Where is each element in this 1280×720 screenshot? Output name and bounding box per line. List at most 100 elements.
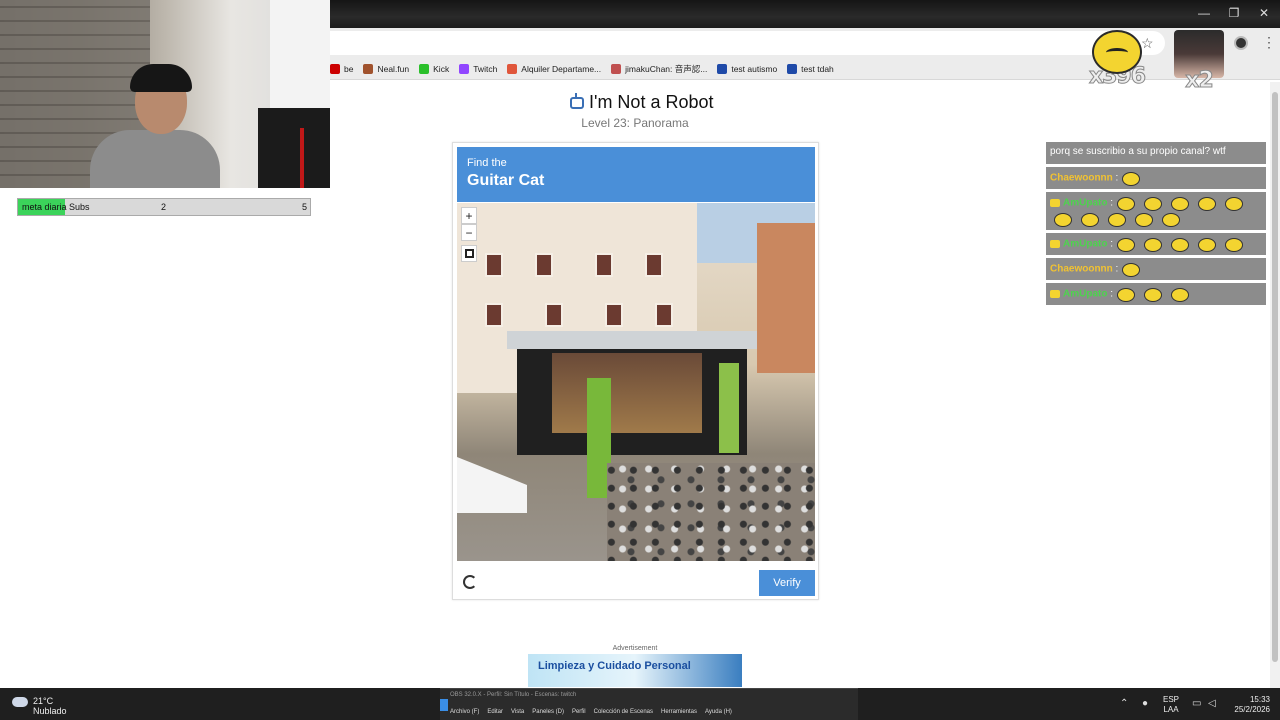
- bookmark-item[interactable]: test tdah: [787, 63, 834, 74]
- pt-icon: [717, 63, 728, 74]
- bee-emote-icon: [1171, 238, 1190, 252]
- bookmark-label: test autismo: [731, 63, 778, 74]
- chat-separator: :: [1107, 288, 1114, 300]
- avatar-counter-badge: x2: [1172, 30, 1226, 94]
- fullscreen-icon[interactable]: [461, 245, 477, 262]
- page-scrollbar[interactable]: [1270, 82, 1280, 688]
- verify-button[interactable]: Verify: [759, 570, 815, 596]
- obs-menu-item[interactable]: Vista: [511, 709, 524, 715]
- building-window: [605, 303, 623, 327]
- cloud-icon[interactable]: [12, 697, 28, 707]
- chat-username[interactable]: AmUpato: [1063, 198, 1107, 209]
- obs-menu-item[interactable]: Ayuda (H): [705, 709, 732, 715]
- bookmark-label: be: [344, 63, 354, 74]
- bee-emote-icon: [1171, 288, 1190, 302]
- microphone-icon[interactable]: ●: [1142, 699, 1152, 709]
- chat-separator: :: [1107, 197, 1114, 209]
- obs-menu-item[interactable]: Archivo (F): [450, 709, 479, 715]
- zoom-out-button[interactable]: −: [461, 224, 477, 241]
- twitch-icon: [459, 63, 470, 74]
- obs-window[interactable]: OBS 32.0.X - Perfil: Sin Título - Escena…: [440, 688, 858, 720]
- profile-avatar[interactable]: [1234, 36, 1248, 50]
- building-window: [545, 303, 563, 327]
- layout-code: LAA: [1163, 705, 1179, 714]
- chat-username[interactable]: Chaewoonnn: [1050, 173, 1113, 184]
- bee-emote-icon: [1198, 197, 1217, 211]
- building-window: [485, 253, 503, 277]
- menu-icon[interactable]: ⋮: [1262, 34, 1276, 51]
- obs-menu-item[interactable]: Colección de Escenas: [594, 709, 653, 715]
- avatar-count: x2: [1185, 68, 1215, 94]
- bee-emote-icon: [1054, 213, 1072, 227]
- robot-icon: [570, 92, 584, 109]
- bookmark-item[interactable]: Twitch: [459, 63, 498, 74]
- bookmark-label: Twitch: [473, 63, 498, 74]
- obs-menu-item[interactable]: Herramientas: [661, 709, 697, 715]
- chat-username[interactable]: Chaewoonnn: [1050, 264, 1113, 275]
- pt-icon: [787, 63, 798, 74]
- bookmark-label: test tdah: [801, 63, 834, 74]
- bookmark-icon: [330, 63, 340, 74]
- bee-emote-icon: [1117, 197, 1136, 211]
- language-code: ESP: [1163, 695, 1180, 704]
- building-window: [485, 303, 503, 327]
- clock[interactable]: 15:33 25/2/2026: [1222, 695, 1270, 715]
- bee-emote-icon: [1144, 197, 1163, 211]
- bookmark-item[interactable]: Alquiler Departame...: [507, 63, 602, 74]
- sub-goal-target: 5: [302, 202, 308, 212]
- zoom-in-button[interactable]: +: [461, 207, 477, 224]
- refresh-icon[interactable]: [463, 575, 477, 589]
- bee-counter-badge: x396: [1088, 30, 1147, 90]
- chat-username[interactable]: AmUpato: [1063, 239, 1107, 250]
- bee-emote-icon: [1225, 238, 1244, 252]
- obs-icon: [440, 699, 448, 711]
- jimaku-icon: [611, 63, 622, 74]
- streamer-body: [90, 130, 220, 188]
- taskbar: 21°C Nublado OBS 32.0.X - Perfil: Sin Tí…: [0, 688, 1280, 720]
- obs-menu-item[interactable]: Editar: [487, 709, 503, 715]
- building-right: [757, 223, 815, 373]
- bee-emote-icon: [1122, 172, 1141, 186]
- restore-icon[interactable]: ❐: [1224, 6, 1244, 22]
- captcha-widget: Find the Guitar Cat + − Verify: [452, 142, 819, 600]
- tray-chevron-icon[interactable]: ⌃: [1120, 698, 1128, 709]
- find-target: Guitar Cat: [467, 172, 545, 189]
- volume-icon[interactable]: ◁: [1208, 699, 1218, 709]
- bookmark-item[interactable]: Neal.fun: [363, 63, 409, 74]
- chat-message: AmUpato :: [1046, 192, 1266, 230]
- building-window: [535, 253, 553, 277]
- bee-emote-icon: [1081, 213, 1099, 227]
- bookmark-item[interactable]: Kick: [419, 63, 449, 74]
- sub-goal-label: meta diaria Subs: [22, 202, 90, 212]
- chat-message: Chaewoonnn :: [1046, 258, 1266, 280]
- ad-banner[interactable]: Limpieza y Cuidado Personal: [528, 654, 742, 687]
- nealfun-icon: [363, 63, 374, 74]
- monitor: [258, 108, 330, 188]
- scrollbar-thumb[interactable]: [1272, 92, 1278, 662]
- bee-emote-icon: [1117, 238, 1136, 252]
- bookmark-item[interactable]: jimakuChan: 音声認...: [611, 63, 707, 75]
- weather-desc[interactable]: Nublado: [33, 706, 67, 716]
- chat-username[interactable]: AmUpato: [1063, 289, 1107, 300]
- bee-emote-icon: [1117, 288, 1136, 302]
- bookmark-label: Alquiler Departame...: [521, 63, 602, 74]
- obs-menu-item[interactable]: Perfil: [572, 709, 586, 715]
- bee-emote-icon: [1144, 238, 1163, 252]
- bookmark-item[interactable]: test autismo: [717, 63, 778, 74]
- close-icon[interactable]: ✕: [1254, 6, 1274, 22]
- ad-label: Advertisement: [612, 645, 658, 652]
- bookmark-item[interactable]: be: [330, 63, 354, 74]
- language-indicator[interactable]: ESP LAA: [1163, 695, 1179, 715]
- chat-separator: :: [1112, 263, 1119, 275]
- sub-goal-current: 2: [161, 202, 167, 212]
- obs-menu-item[interactable]: Paneles (D): [532, 709, 564, 715]
- streamer-cap: [130, 64, 192, 92]
- weather-temp[interactable]: 21°C: [33, 696, 53, 706]
- panorama-viewer[interactable]: + −: [457, 203, 815, 561]
- bookmark-label: jimakuChan: 音声認...: [625, 63, 708, 74]
- chat-overlay: porq se suscribio a su propio canal? wtf…: [1046, 142, 1266, 308]
- minimize-icon[interactable]: —: [1194, 6, 1214, 22]
- network-icon[interactable]: ▭: [1192, 699, 1202, 709]
- kick-icon: [419, 63, 430, 74]
- stage-banner: [719, 363, 739, 453]
